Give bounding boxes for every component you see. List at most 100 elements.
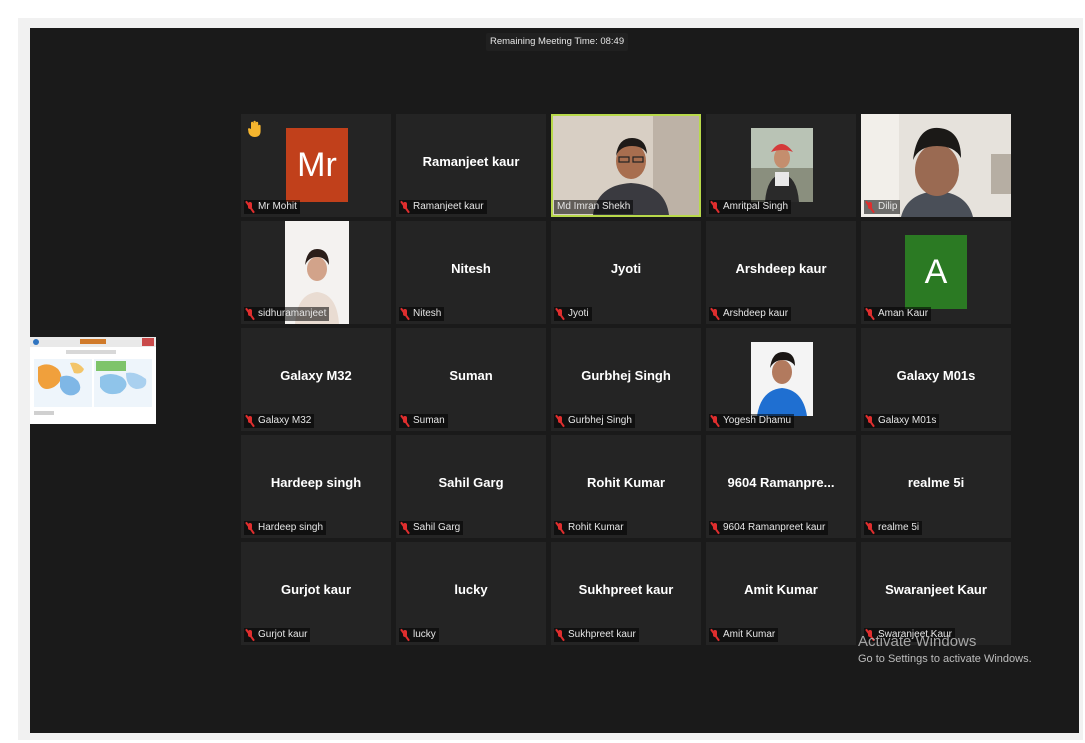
muted-mic-icon [865,522,875,534]
participant-tile[interactable]: Dilip [861,114,1011,217]
avatar: Mr [286,128,348,202]
muted-mic-icon [710,201,720,213]
muted-mic-icon [555,522,565,534]
participant-name: Amritpal Singh [723,201,789,212]
participant-name-label: Nitesh [399,307,445,321]
participant-tile[interactable]: Sahil Garg Sahil Garg [396,435,546,538]
participant-display-name: Galaxy M32 [280,368,352,383]
participant-name: Jyoti [568,308,589,319]
participant-name-label: Jyoti [554,307,592,321]
participant-display-name: Galaxy M01s [896,368,976,383]
participant-display-name: Sukhpreet kaur [578,582,674,597]
participant-name-label: Ramanjeet kaur [399,200,487,214]
participant-tile[interactable]: A Aman Kaur [861,221,1011,324]
watermark-subtitle: Go to Settings to activate Windows. [858,653,1032,665]
watermark-title: Activate Windows [858,633,977,650]
participant-display-name: realme 5i [907,475,965,490]
participant-tile[interactable]: Gurjot kaur Gurjot kaur [241,542,391,645]
participant-name-label: Sahil Garg [399,521,464,535]
participant-display-name: Ramanjeet kaur [422,154,520,169]
participant-tile[interactable]: Rohit Kumar Rohit Kumar [551,435,701,538]
participant-gallery: Mr Mr Mohit Ramanjeet kaur Ramanjeet kau… [241,114,1011,645]
muted-mic-icon [245,308,255,320]
participant-name: Md Imran Shekh [557,201,631,212]
muted-mic-icon [865,308,875,320]
participant-tile[interactable]: sidhuramanjeet [241,221,391,324]
participant-tile[interactable]: 9604 Ramanpre... 9604 Ramanpreet kaur [706,435,856,538]
participant-name-label: Amritpal Singh [709,200,792,214]
participant-name-label: Dilip [864,200,901,214]
participant-display-name: Arshdeep kaur [735,261,827,276]
participant-name: Gurbhej Singh [568,415,632,426]
participant-display-name: Nitesh [451,261,491,276]
participant-name-label: Hardeep singh [244,521,327,535]
participant-name: Nitesh [413,308,442,319]
participant-display-name: Amit Kumar [744,582,818,597]
participant-tile[interactable]: Amit Kumar Amit Kumar [706,542,856,645]
muted-mic-icon [555,415,565,427]
participant-tile[interactable]: Swaranjeet Kaur Swaranjeet Kaur [861,542,1011,645]
participant-name-label: Amit Kumar [709,628,779,642]
participant-tile[interactable]: Ramanjeet kaur Ramanjeet kaur [396,114,546,217]
participant-name: Sukhpreet kaur [568,629,636,640]
participant-photo [751,342,813,416]
participant-tile[interactable]: Amritpal Singh [706,114,856,217]
participant-tile[interactable]: Galaxy M32 Galaxy M32 [241,328,391,431]
participant-name-label: 9604 Ramanpreet kaur [709,521,829,535]
participant-name-label: Aman Kaur [864,307,932,321]
participant-name-label: Galaxy M32 [244,414,315,428]
participant-tile[interactable]: realme 5i realme 5i [861,435,1011,538]
participant-tile[interactable]: Galaxy M01s Galaxy M01s [861,328,1011,431]
participant-display-name: 9604 Ramanpre... [727,475,835,490]
participant-display-name: Rohit Kumar [587,475,665,490]
participant-name: sidhuramanjeet [258,308,327,319]
muted-mic-icon [400,629,410,641]
participant-name: realme 5i [878,522,920,533]
remaining-time-label: Remaining Meeting Time: 08:49 [486,33,629,51]
participant-name-label: Galaxy M01s [864,414,940,428]
participant-name-label: Yogesh Dhamu [709,414,795,428]
participant-display-name: Sahil Garg [438,475,504,490]
participant-display-name: Jyoti [610,261,642,276]
participant-photo [751,128,813,202]
participant-name: lucky [413,629,436,640]
participant-name-label: realme 5i [864,521,923,535]
participant-display-name: Swaranjeet Kaur [885,582,987,597]
muted-mic-icon [865,201,875,213]
muted-mic-icon [400,308,410,320]
participant-name: Mr Mohit [258,201,297,212]
muted-mic-icon [710,415,720,427]
participant-tile[interactable]: Mr Mr Mohit [241,114,391,217]
participant-name-label: Arshdeep kaur [709,307,792,321]
participant-tile[interactable]: lucky lucky [396,542,546,645]
participant-tile[interactable]: Arshdeep kaur Arshdeep kaur [706,221,856,324]
avatar: A [905,235,967,309]
shared-screen-thumbnail[interactable] [30,337,156,424]
avatar-initials: A [924,252,948,291]
participant-tile[interactable]: Yogesh Dhamu [706,328,856,431]
muted-mic-icon [555,629,565,641]
muted-mic-icon [245,629,255,641]
participant-name: Hardeep singh [258,522,324,533]
participant-name-label: Mr Mohit [244,200,300,214]
participant-name: Galaxy M32 [258,415,312,426]
participant-tile[interactable]: Sukhpreet kaur Sukhpreet kaur [551,542,701,645]
muted-mic-icon [865,415,875,427]
participant-name-label: Gurbhej Singh [554,414,635,428]
muted-mic-icon [710,522,720,534]
muted-mic-icon [710,308,720,320]
participant-name: Sahil Garg [413,522,461,533]
muted-mic-icon [400,201,410,213]
participant-tile[interactable]: Jyoti Jyoti [551,221,701,324]
participant-display-name: lucky [454,582,488,597]
participant-name: Yogesh Dhamu [723,415,792,426]
participant-tile[interactable]: Gurbhej Singh Gurbhej Singh [551,328,701,431]
participant-tile[interactable]: Nitesh Nitesh [396,221,546,324]
participant-tile[interactable]: Suman Suman [396,328,546,431]
participant-tile-active-speaker[interactable]: Md Imran Shekh [551,114,701,217]
participant-name: Ramanjeet kaur [413,201,484,212]
participant-name: Dilip [878,201,898,212]
muted-mic-icon [710,629,720,641]
participant-name: Galaxy M01s [878,415,937,426]
participant-tile[interactable]: Hardeep singh Hardeep singh [241,435,391,538]
